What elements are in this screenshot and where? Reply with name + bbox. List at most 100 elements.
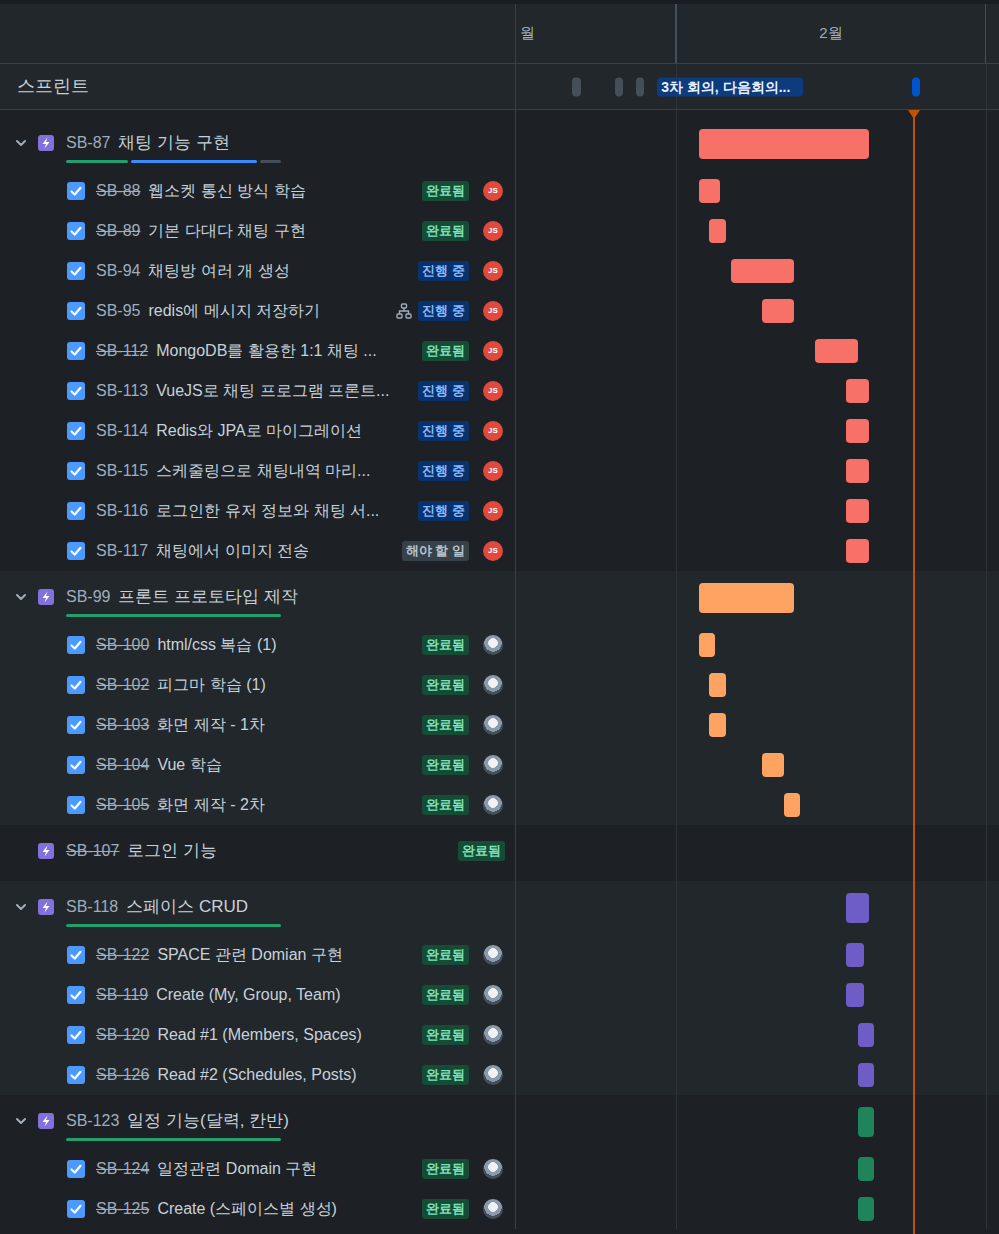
epic-title[interactable]: 채팅 기능 구현 [118,131,229,155]
issue-row[interactable]: SB-113VueJS로 채팅 프로그램 프론트...진행 중JS [0,371,999,411]
epic-key[interactable]: SB-118 [66,895,118,919]
issue-title[interactable]: VueJS로 채팅 프로그램 프론트... [156,379,389,403]
epic-title[interactable]: 로그인 기능 [127,839,217,863]
issue-key[interactable]: SB-126 [96,1063,149,1087]
issue-title[interactable]: SPACE 관련 Domian 구현 [157,943,343,967]
status-lozenge[interactable]: 완료됨 [422,795,469,815]
sprint-pill[interactable]: 3차 회의, 다음회의... [657,77,803,96]
chevron-wrap[interactable] [14,131,28,155]
issue-bar[interactable] [846,419,868,443]
assignee-avatar[interactable]: JS [483,261,503,281]
status-lozenge[interactable]: 완료됨 [422,945,469,965]
issue-key[interactable]: SB-117 [96,539,148,563]
assignee-avatar[interactable]: JS [483,501,503,521]
epic-key[interactable]: SB-107 [66,839,119,863]
status-lozenge[interactable]: 완료됨 [422,1159,469,1179]
issue-key[interactable]: SB-100 [96,633,149,657]
epic-key[interactable]: SB-123 [66,1109,119,1133]
issue-key[interactable]: SB-120 [96,1023,149,1047]
status-lozenge[interactable]: 완료됨 [422,755,469,775]
issue-title[interactable]: html/css 복습 (1) [157,633,276,657]
assignee-avatar[interactable]: JS [483,221,503,241]
issue-title[interactable]: 피그마 학습 (1) [157,673,265,697]
assignee-avatar[interactable]: JS [483,461,503,481]
issue-bar[interactable] [858,1023,875,1047]
issue-bar[interactable] [709,713,726,737]
status-lozenge[interactable]: 완료됨 [422,715,469,735]
issue-row[interactable]: SB-95 redis에 메시지 저장하기 진행 중 JS [0,291,999,331]
status-lozenge[interactable]: 해야 할 일 [402,541,469,561]
issue-title[interactable]: Read #1 (Members, Spaces) [157,1023,362,1047]
assignee-avatar[interactable] [483,945,503,965]
issue-key[interactable]: SB-95 [96,299,140,323]
epic-row[interactable]: SB-123일정 기능(달력, 칸반) [0,1095,999,1149]
issue-bar[interactable] [846,943,864,967]
sprint-pill[interactable] [636,77,644,96]
assignee-avatar[interactable]: JS [483,421,503,441]
issue-bar[interactable] [846,379,868,403]
assignee-avatar[interactable]: JS [483,181,503,201]
assignee-avatar[interactable] [483,755,503,775]
status-lozenge[interactable]: 진행 중 [418,261,469,281]
issue-key[interactable]: SB-103 [96,713,149,737]
issue-key[interactable]: SB-116 [96,499,148,523]
epic-row[interactable]: SB-87채팅 기능 구현 [0,117,999,171]
assignee-avatar[interactable] [483,1065,503,1085]
status-lozenge[interactable]: 완료됨 [422,1065,469,1085]
issue-key[interactable]: SB-113 [96,379,148,403]
epic-key[interactable]: SB-99 [66,585,110,609]
sprint-pill[interactable] [572,77,581,96]
epic-title[interactable]: 스페이스 CRUD [126,895,248,919]
assignee-avatar[interactable]: JS [483,301,503,321]
issue-title[interactable]: redis에 메시지 저장하기 [148,299,320,323]
issue-bar[interactable] [815,339,857,363]
issue-bar[interactable] [784,793,799,817]
issue-title[interactable]: 스케줄링으로 채팅내역 마리... [156,459,370,483]
issue-key[interactable]: SB-112 [96,339,148,363]
issue-key[interactable]: SB-119 [96,983,148,1007]
issue-row[interactable]: SB-124일정관련 Domain 구현완료됨 [0,1149,999,1189]
epic-row[interactable]: SB-118 스페이스 CRUD [0,881,999,935]
issue-row[interactable]: SB-89기본 다대다 채팅 구현완료됨JS [0,211,999,251]
issue-key[interactable]: SB-125 [96,1197,149,1221]
assignee-avatar[interactable]: JS [483,541,503,561]
issue-title[interactable]: 로그인한 유저 정보와 채팅 서... [156,499,379,523]
issue-row[interactable]: SB-105 화면 제작 - 2차 완료됨 [0,785,999,825]
chevron-down-icon[interactable] [14,1114,28,1128]
status-lozenge[interactable]: 진행 중 [418,301,469,321]
status-lozenge[interactable]: 완료됨 [422,181,469,201]
status-lozenge[interactable]: 완료됨 [422,341,469,361]
issue-row[interactable]: SB-88웹소켓 통신 방식 학습완료됨JS [0,171,999,211]
issue-key[interactable]: SB-105 [96,793,149,817]
epic-title[interactable]: 프론트 프로토타입 제작 [118,585,297,609]
issue-row[interactable]: SB-103화면 제작 - 1차완료됨 [0,705,999,745]
issue-row[interactable]: SB-117채팅에서 이미지 전송해야 할 일JS [0,531,999,571]
issue-bar[interactable] [762,753,784,777]
status-lozenge[interactable]: 완료됨 [422,985,469,1005]
issue-bar[interactable] [731,259,794,283]
issue-key[interactable]: SB-89 [96,219,140,243]
issue-row[interactable]: SB-94채팅방 여러 개 생성진행 중JS [0,251,999,291]
issue-key[interactable]: SB-114 [96,419,148,443]
chevron-down-icon[interactable] [14,136,28,150]
issue-key[interactable]: SB-122 [96,943,149,967]
issue-row[interactable]: SB-115스케줄링으로 채팅내역 마리...진행 중JS [0,451,999,491]
epic-row[interactable]: SB-107로그인 기능완료됨 [0,825,999,881]
chevron-down-icon[interactable] [14,900,28,914]
assignee-avatar[interactable] [483,675,503,695]
issue-title[interactable]: 화면 제작 - 2차 [157,793,265,817]
issue-title[interactable]: 웹소켓 통신 방식 학습 [148,179,305,203]
issue-bar[interactable] [858,1197,875,1221]
issue-bar[interactable] [709,673,726,697]
issue-bar[interactable] [846,983,864,1007]
issue-row[interactable]: SB-119Create (My, Group, Team)완료됨 [0,975,999,1015]
sprint-name[interactable]: 3차 회의, 다음회의... [661,76,790,97]
issue-bar[interactable] [846,539,868,563]
issue-key[interactable]: SB-115 [96,459,148,483]
assignee-avatar[interactable] [483,795,503,815]
status-lozenge[interactable]: 완료됨 [422,675,469,695]
issue-key[interactable]: SB-104 [96,753,149,777]
chevron-down-icon[interactable] [14,590,28,604]
epic-bar[interactable] [858,1107,875,1137]
status-lozenge[interactable]: 진행 중 [418,501,469,521]
